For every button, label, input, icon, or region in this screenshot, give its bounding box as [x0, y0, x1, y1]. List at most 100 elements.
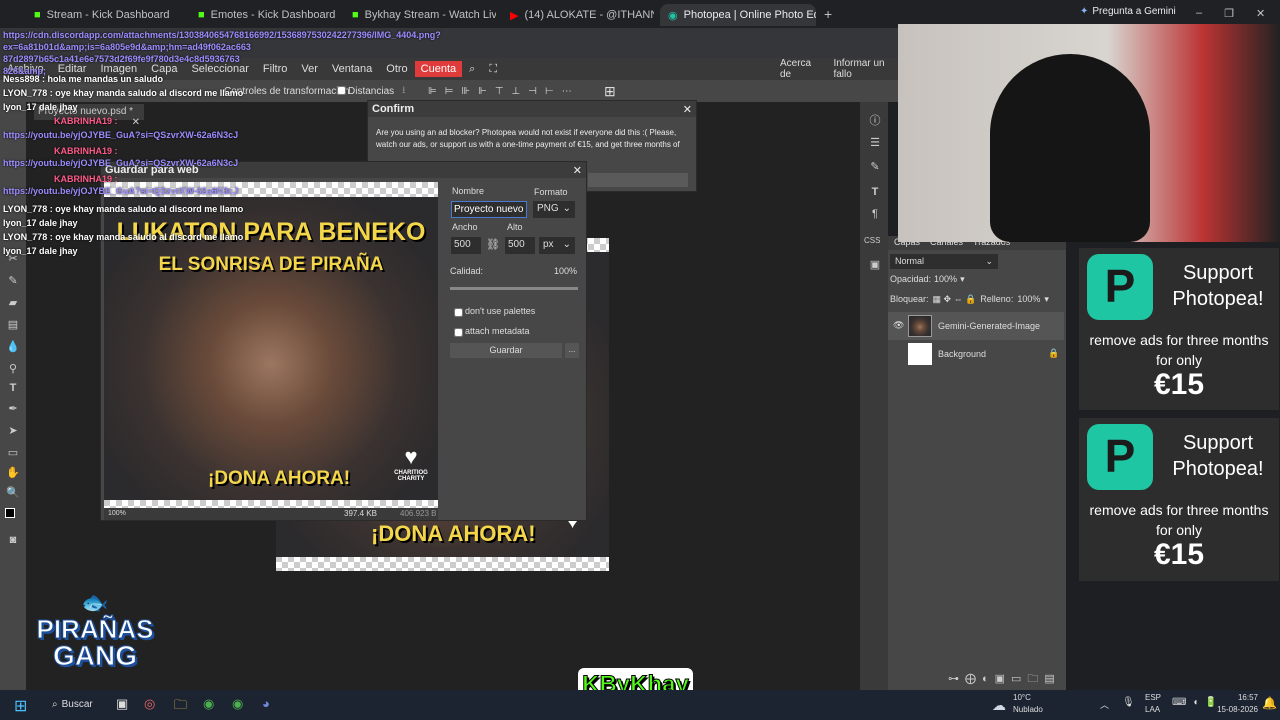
close-icon[interactable]: ✕	[573, 164, 582, 177]
tab-kick-emotes[interactable]: ■ Emotes - Kick Dashboard ✕	[190, 4, 340, 26]
chevron-up-icon[interactable]: ︿	[1100, 698, 1109, 711]
quality-value[interactable]: 100%	[539, 266, 577, 276]
align-icons[interactable]: ⊫⊨⊪⊩⊤⊥⊣⊢⋯	[428, 86, 580, 97]
brush-tool-icon[interactable]: ✎	[5, 274, 21, 288]
menu-ventana[interactable]: Ventana	[325, 63, 379, 75]
layer-thumbnail	[908, 343, 932, 365]
report-bug-link[interactable]: Informar un fallo	[833, 58, 900, 80]
chat-message: LYON_778 : oye khay manda saludo al disc…	[3, 88, 244, 98]
menu-otro[interactable]: Otro	[379, 63, 414, 75]
discord-icon[interactable]: ◕	[262, 696, 270, 711]
quickmask-icon[interactable]: ◙	[5, 534, 21, 548]
no-palettes-label: don't use palettes	[465, 306, 536, 316]
quality-slider[interactable]	[450, 287, 578, 290]
chrome-icon[interactable]: ◉	[232, 696, 243, 712]
support-ad[interactable]: P Support Photopea! remove ads for three…	[1079, 418, 1279, 581]
blend-mode-select[interactable]: Normal ⌄	[890, 254, 998, 269]
foreground-color-swatch[interactable]	[5, 508, 15, 518]
layer-row[interactable]: Background 🔒	[888, 340, 1064, 368]
cloud-icon: ☁	[992, 697, 1006, 713]
more-options-button[interactable]: ...	[565, 343, 579, 358]
clock-date[interactable]: 15-08-2026	[1208, 705, 1258, 714]
paragraph-icon[interactable]: ¶	[867, 208, 883, 222]
windows-start-icon[interactable]: ⊞	[14, 696, 27, 716]
chat-message: https://youtu.be/yjOJYBE_GuA?si=QSzvrXW-…	[3, 186, 239, 196]
tab-kick-stream[interactable]: ■ Stream - Kick Dashboard	[26, 4, 186, 26]
tab-youtube-alokate[interactable]: ▶ (14) ALOKATE - @ITHANNY ✕	[502, 4, 654, 26]
tab-photopea[interactable]: ◉ Photopea | Online Photo Editor ✕	[660, 4, 816, 26]
chat-message: ex=6a81b01d&amp;is=6a805e9d&amp;hm=ad49f…	[3, 42, 251, 52]
shape-tool-icon[interactable]: ▭	[5, 446, 21, 460]
chevron-down-icon[interactable]: ▾	[1044, 294, 1049, 305]
weather-desc[interactable]: Nublado	[1013, 705, 1043, 714]
format-label: Formato	[534, 187, 568, 197]
no-palettes-checkbox[interactable]	[454, 308, 463, 317]
width-label: Ancho	[452, 222, 478, 232]
blur-tool-icon[interactable]: 💧	[5, 340, 21, 354]
chevron-down-icon[interactable]: ▾	[960, 274, 965, 285]
gemini-button[interactable]: ✦ Pregunta a Gemini	[1080, 6, 1176, 17]
new-tab-button[interactable]: +	[824, 6, 832, 22]
link-icon[interactable]: ⛓	[486, 238, 500, 251]
webcam-feed	[898, 24, 1280, 242]
unit-select[interactable]: px ⌄	[539, 237, 575, 254]
hand-tool-icon[interactable]: ✋	[5, 466, 21, 480]
brush-preset-icon[interactable]: ✎	[867, 160, 883, 174]
dodge-tool-icon[interactable]: ⚲	[5, 362, 21, 376]
character-icon[interactable]: T	[867, 186, 883, 200]
support-ad[interactable]: P Support Photopea! remove ads for three…	[1079, 248, 1279, 410]
clock-time[interactable]: 16:57	[1208, 693, 1258, 702]
notifications-icon[interactable]: 🔔	[1262, 696, 1277, 710]
confirm-ok-button[interactable]	[588, 173, 688, 187]
menu-ver[interactable]: Ver	[294, 63, 325, 75]
format-select[interactable]: PNG ⌄	[533, 201, 575, 218]
zoom-tool-icon[interactable]: 🔍	[5, 486, 21, 500]
lang-line1[interactable]: ESP	[1145, 693, 1161, 702]
info-icon[interactable]: ⓘ	[867, 112, 883, 127]
filename-input[interactable]	[451, 201, 527, 218]
ad-body: remove ads for three months for only	[1089, 332, 1269, 368]
lock-icons[interactable]: ▦ ✥ ⇔ 🔒	[933, 294, 977, 305]
layer-row[interactable]: 👁 Gemini-Generated-Image	[888, 312, 1064, 340]
attach-metadata-checkbox[interactable]	[454, 328, 463, 337]
image-icon[interactable]: ▣	[867, 258, 883, 272]
gemini-icon: ✦	[1080, 6, 1089, 17]
download-icon[interactable]: ⭳	[402, 83, 406, 100]
adjust-icon[interactable]: ☰	[867, 136, 883, 150]
grid-icon[interactable]: ⊞	[604, 83, 616, 100]
chrome-icon[interactable]: ◉	[203, 696, 214, 712]
width-input[interactable]: 500	[451, 237, 481, 254]
fullscreen-icon[interactable]: ⛶	[482, 63, 504, 76]
search-icon[interactable]: ⌕	[462, 63, 482, 76]
quality-slider-fill	[450, 287, 578, 290]
preview-statusbar: 100% 397.4 KB 406.923 B	[104, 508, 438, 520]
pen-tool-icon[interactable]: ✒	[5, 402, 21, 416]
app-icon[interactable]: ◎	[144, 696, 155, 712]
chat-message: lyon_17 dale jhay	[3, 218, 78, 228]
maximize-icon[interactable]: ❐	[1224, 7, 1234, 20]
menu-filtro[interactable]: Filtro	[256, 63, 294, 75]
account-button[interactable]: Cuenta	[414, 61, 463, 77]
path-select-icon[interactable]: ➤	[5, 424, 21, 438]
gradient-tool-icon[interactable]: ▤	[5, 318, 21, 332]
height-input[interactable]: 500	[505, 237, 535, 254]
weather-temp[interactable]: 10°C	[1013, 693, 1031, 702]
eye-icon[interactable]: 👁	[893, 320, 904, 331]
taskview-icon[interactable]: ▣	[116, 696, 128, 712]
fill-value[interactable]: 100%	[1017, 294, 1040, 305]
opacity-value[interactable]: 100%	[934, 274, 957, 285]
css-icon[interactable]: CSS	[864, 236, 880, 250]
taskbar-search[interactable]: ⌕ Buscar	[52, 699, 93, 710]
close-icon[interactable]: ✕	[683, 103, 692, 116]
text-tool-icon[interactable]: T	[5, 382, 21, 396]
mic-icon[interactable]: 🎙	[1122, 697, 1135, 708]
tab-bykhay-stream[interactable]: ■ Bykhay Stream - Watch Live on ✕	[344, 4, 496, 26]
distances-checkbox[interactable]	[337, 86, 346, 95]
save-button[interactable]: Guardar	[450, 343, 562, 358]
minimize-icon[interactable]: –	[1196, 7, 1202, 20]
eraser-tool-icon[interactable]: ▰	[5, 296, 21, 310]
close-window-icon[interactable]: ✕	[1256, 7, 1265, 20]
about-link[interactable]: Acerca de	[780, 58, 821, 80]
stream-chat-overlay: https://cdn.discordapp.com/attachments/1…	[0, 28, 441, 268]
folder-icon[interactable]: 🗀	[174, 696, 187, 718]
